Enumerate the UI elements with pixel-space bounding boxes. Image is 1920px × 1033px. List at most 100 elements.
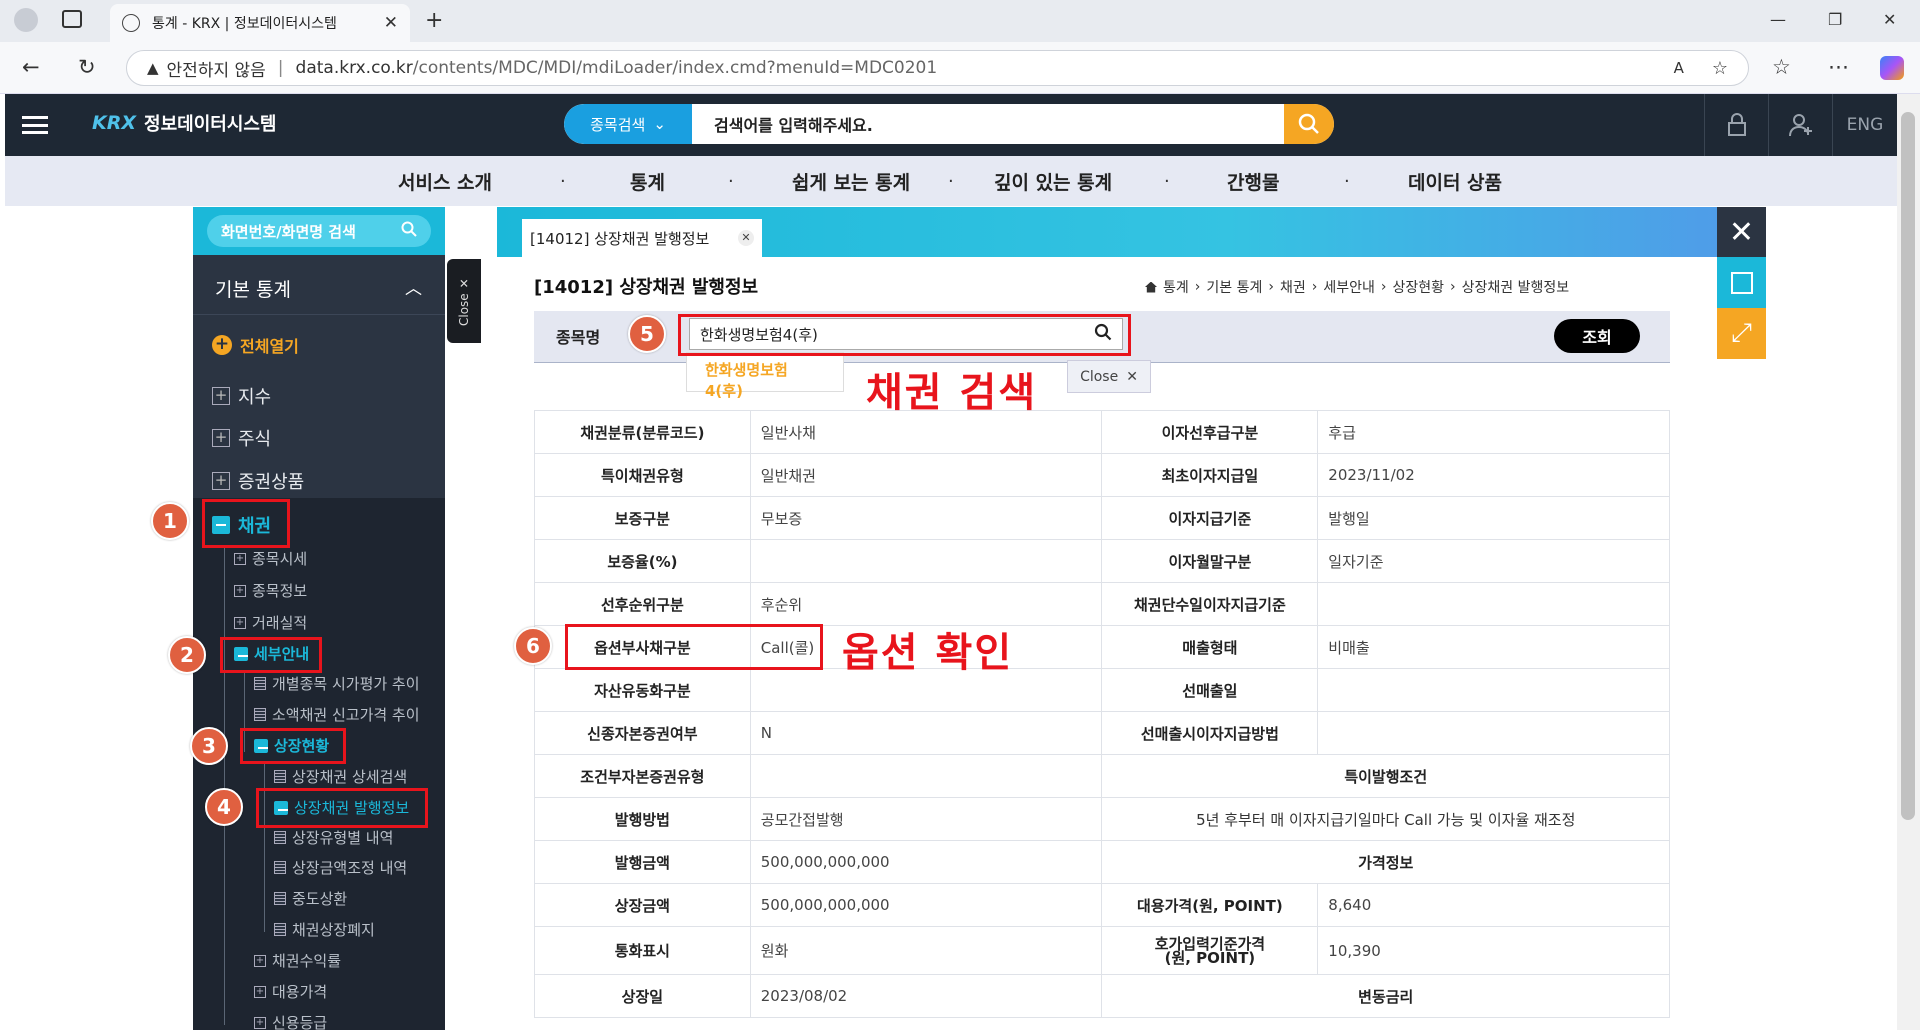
nav-easy-statistics[interactable]: 쉽게 보는 통계 [792,156,910,206]
table-cell [749,754,1103,798]
table-header-cell: 이자월말구분 [1101,539,1319,583]
divider [193,314,445,315]
global-search-button[interactable] [1284,104,1334,144]
favorite-star-icon[interactable]: ☆ [1712,58,1728,79]
table-header-cell: 매출형태 [1101,625,1319,669]
user-icon[interactable] [1768,94,1832,156]
tab-actions-icon[interactable] [62,10,82,28]
query-button[interactable]: 조회 [1554,319,1640,353]
table-header-cell: 통화표시 [534,926,751,975]
sidebar-item-subst-price[interactable]: + 대용가격 [254,981,327,1002]
breadcrumb-item[interactable]: 상장채권 발행정보 [1462,277,1570,297]
sidebar-title[interactable]: 기본 통계 [215,275,291,302]
nav-deep-statistics[interactable]: 깊이 있는 통계 [994,156,1112,206]
sidebar-item-stock[interactable]: + 주식 [212,425,271,451]
sidebar-item-yield[interactable]: + 채권수익률 [254,950,341,971]
chevron-up-icon[interactable]: ︿ [405,274,422,299]
sidebar-item-small-bond[interactable]: 소액채권 신고가격 추이 [254,704,420,725]
search-type-select[interactable]: 종목검색 ⌄ [564,104,692,144]
menu-icon[interactable] [22,116,48,134]
new-tab-button[interactable]: + [425,8,443,33]
scrollbar-thumb[interactable] [1901,112,1915,820]
plus-box-icon: + [254,985,266,998]
autocomplete-suggestion[interactable]: 한화생명보험4(후) [686,352,844,400]
back-icon[interactable]: ← [22,55,40,79]
sidebar-item-index[interactable]: + 지수 [212,383,271,409]
table-row: 신종자본증권여부 N 선매출시이자지급방법 [534,711,1670,755]
annotation-box [565,624,823,670]
sidebar-item-securities[interactable]: + 증권상품 [212,468,304,494]
sidebar-item-redemption[interactable]: 중도상환 [274,888,347,909]
suggestion-close-button[interactable]: Close ✕ [1067,360,1151,393]
sidebar-item-label: 채권상장폐지 [292,921,375,939]
global-search-input[interactable]: 검색어를 입력해주세요. [714,104,1264,144]
breadcrumb-item[interactable]: 채권 [1280,277,1306,297]
table-row: 조건부자본증권유형 특이발행조건 [534,754,1670,798]
breadcrumb-item[interactable]: 기본 통계 [1206,277,1262,297]
close-all-icon[interactable]: ✕ [1717,207,1766,257]
expand-all-button[interactable]: + 전체열기 [212,333,299,357]
sidebar-item-fair-price[interactable]: 개별종목 시가평가 추이 [254,673,420,694]
copilot-icon[interactable] [1880,56,1904,80]
favorites-icon[interactable]: ☆ [1772,55,1791,79]
nav-separator: · [728,170,734,192]
restore-icon[interactable]: ❐ [1828,10,1842,29]
table-header-cell: 이자선후급구분 [1101,410,1319,454]
url-field[interactable]: ▲ 안전하지 않음 | data.krx.co.kr/contents/MDC/… [126,50,1749,86]
site-logo[interactable]: KRX 정보데이터시스템 [92,110,277,136]
sidebar-item-listing-type[interactable]: 상장유형별 내역 [274,827,393,848]
sidebar-item-delisting[interactable]: 채권상장폐지 [274,919,375,940]
browser-tab[interactable]: 통계 - KRX | 정보데이터시스템 ✕ [110,4,410,42]
sidebar-item-listing-search[interactable]: 상장채권 상세검색 [274,766,407,787]
nav-data-products[interactable]: 데이터 상품 [1408,156,1502,206]
sidebar-close-button[interactable]: Close ✕ [447,259,481,343]
table-cell: 8,640 [1317,883,1670,927]
table-cell [1317,711,1670,755]
tab-title: 통계 - KRX | 정보데이터시스템 [152,16,337,32]
filter-label: 종목명 [556,328,601,347]
plus-box-icon: + [234,552,246,565]
more-icon[interactable]: ⋯ [1828,55,1849,79]
content-tab[interactable]: [14012] 상장채권 발행정보 ✕ [522,219,762,257]
table-row: 발행금액 500,000,000,000 가격정보 [534,840,1670,884]
url-path: /contents/MDC/MDI/mdiLoader/index.cmd?me… [412,58,938,78]
breadcrumb-item[interactable]: 상장현황 [1392,277,1444,297]
chevron-down-icon: ⌄ [653,115,666,133]
nav-service-intro[interactable]: 서비스 소개 [398,156,492,206]
table-row: 보증율(%) 이자월말구분 일자기준 [534,539,1670,583]
close-window-icon[interactable]: ✕ [1883,10,1896,29]
sidebar-item-label: 개별종목 시가평가 추이 [272,675,420,693]
table-row: 채권분류(분류코드) 일반사채 이자선후급구분 후급 [534,410,1670,454]
sidebar-item-bond-trade[interactable]: + 거래실적 [234,612,307,633]
sidebar-item-label: 대용가격 [272,983,328,1001]
lang-button[interactable]: ENG [1832,94,1897,156]
breadcrumb-item[interactable]: 통계 [1163,277,1189,297]
lock-icon[interactable] [1704,94,1768,156]
close-tab-icon[interactable]: ✕ [384,13,398,33]
profile-icon[interactable] [14,8,38,32]
breadcrumb-item[interactable]: 세부안내 [1323,277,1375,297]
tree-line [224,545,225,1025]
minimize-icon[interactable]: — [1770,10,1786,29]
copy-window-icon[interactable] [1717,257,1766,308]
table-cell: 후급 [1317,410,1670,454]
home-icon[interactable] [1145,281,1157,293]
sidebar-item-bond-quote[interactable]: + 종목시세 [234,548,307,569]
table-cell: 원화 [749,926,1103,975]
sidebar-item-listing-amount[interactable]: 상장금액조정 내역 [274,857,407,878]
menu-search-input[interactable]: 화면번호/화면명 검색 [207,215,431,247]
search-icon[interactable] [401,221,417,241]
table-header-cell: 호가입력기준가격 (원, POINT) [1101,926,1319,975]
fullscreen-icon[interactable]: ⤢ [1717,308,1766,359]
warning-icon: ▲ [147,59,159,77]
read-aloud-icon[interactable]: A [1674,59,1684,77]
sidebar-item-bond-info[interactable]: + 종목정보 [234,580,307,601]
reload-icon[interactable]: ↻ [78,55,96,79]
table-cell [1317,668,1670,712]
nav-separator: · [1344,170,1350,192]
nav-statistics[interactable]: 통계 [630,156,665,206]
annotation-number: 1 [151,502,189,540]
close-tab-icon[interactable]: ✕ [738,230,754,246]
nav-publications[interactable]: 간행물 [1227,156,1279,206]
annotation-number: 6 [514,627,552,665]
